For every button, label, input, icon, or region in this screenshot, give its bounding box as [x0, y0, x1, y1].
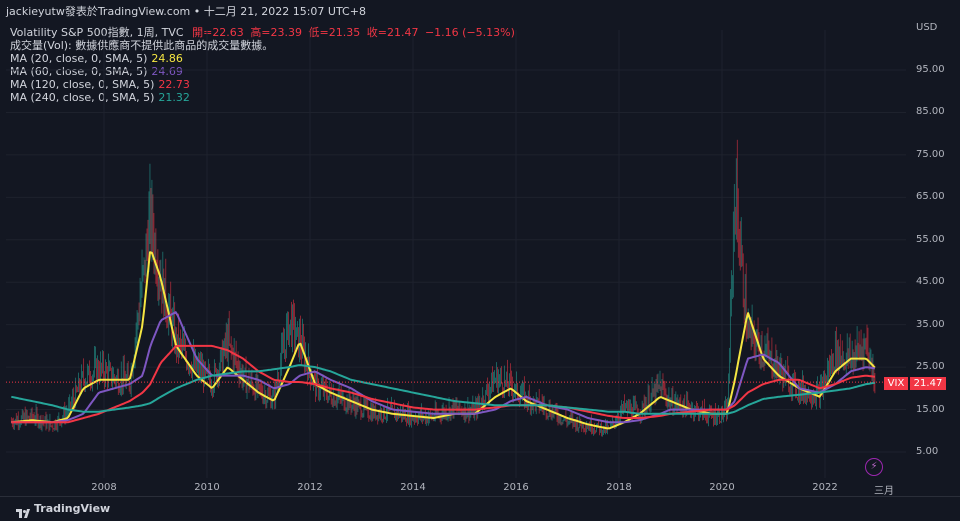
price-tag-value: 21.47: [910, 377, 946, 390]
y-tick-label: 25.00: [916, 361, 945, 373]
footer-bar: TradingView: [0, 496, 960, 521]
y-tick-label: 95.00: [916, 64, 945, 75]
x-tick-label: 2020: [709, 482, 735, 493]
x-tick-label: 2008: [91, 482, 117, 493]
x-tick-label: 2012: [297, 482, 323, 493]
brand-name: TradingView: [34, 502, 111, 515]
y-tick-label: 65.00: [916, 191, 945, 203]
y-tick-label: 85.00: [916, 106, 945, 118]
x-tick-label: 2022: [812, 482, 838, 493]
flash-icon[interactable]: ⚡: [865, 458, 883, 476]
y-tick-label: 35.00: [916, 318, 945, 330]
x-tick-label: 三月: [874, 486, 894, 497]
currency-label: USD: [916, 22, 938, 33]
price-tag-symbol: VIX: [884, 377, 908, 390]
x-tick-label: 2010: [194, 482, 220, 493]
y-tick-label: 15.00: [916, 403, 945, 415]
x-tick-label: 2018: [606, 482, 632, 493]
y-tick-label: 45.00: [916, 276, 945, 288]
x-tick-label: 2016: [503, 482, 529, 493]
price-tag: VIX 21.47: [884, 377, 956, 390]
y-tick-label: 55.00: [916, 233, 945, 245]
y-tick-label: 5.00: [916, 446, 939, 457]
y-tick-label: 75.00: [916, 148, 945, 160]
price-chart[interactable]: [0, 0, 960, 520]
x-tick-label: 2014: [400, 482, 426, 493]
tradingview-logo-icon: [16, 509, 30, 518]
